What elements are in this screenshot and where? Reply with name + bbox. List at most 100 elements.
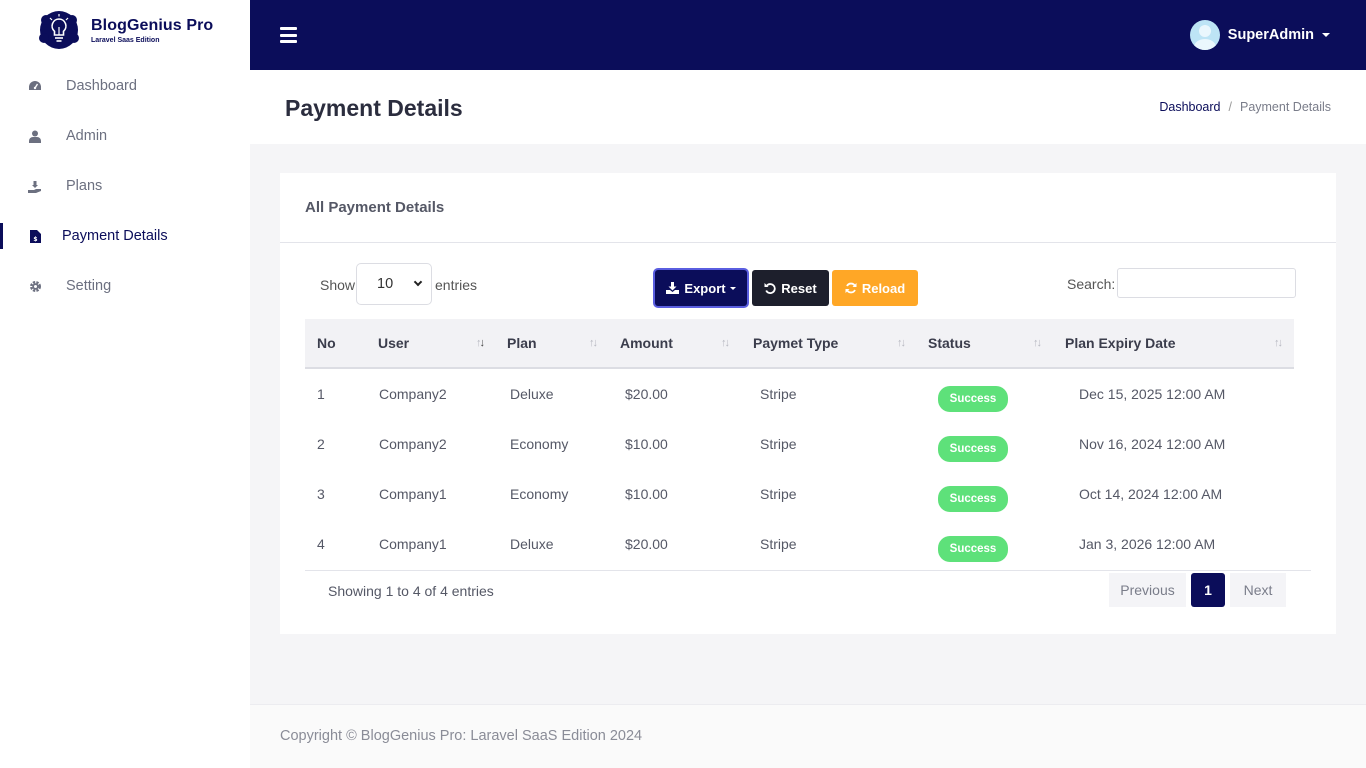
sort-icon: ↑↓ [1033, 337, 1042, 349]
cell-no: 3 [317, 486, 325, 502]
cell-user: Company1 [379, 486, 447, 502]
sidebar: BlogGenius Pro Laravel Saas Edition Dash… [0, 0, 250, 768]
divider [305, 570, 1311, 571]
sidebar-item-label: Setting [66, 278, 112, 294]
refresh-icon [845, 282, 857, 294]
menu-toggle-icon[interactable] [280, 27, 297, 43]
status-badge: Success [938, 386, 1008, 412]
card-title: All Payment Details [305, 199, 445, 216]
caret-down-icon [729, 286, 736, 290]
cell-no: 2 [317, 436, 325, 452]
gear-icon [28, 279, 42, 293]
length-entries-label: entries [435, 277, 478, 293]
cell-status: Success [938, 419, 1008, 469]
column-header-amount[interactable]: Amount [620, 319, 673, 367]
table-row: 1 Company2 Deluxe $20.00 Stripe Success … [305, 369, 1311, 419]
sidebar-item-plans[interactable]: Plans [0, 161, 250, 211]
status-badge: Success [938, 436, 1008, 462]
column-header-payment-type[interactable]: Paymet Type [753, 319, 838, 367]
cell-status: Success [938, 469, 1008, 519]
cell-payment-type: Stripe [760, 436, 797, 452]
sidebar-item-setting[interactable]: Setting [0, 261, 250, 311]
export-button[interactable]: Export [655, 270, 747, 306]
undo-icon [764, 282, 776, 294]
breadcrumb: Dashboard / Payment Details [1159, 100, 1331, 114]
cell-user: Company2 [379, 436, 447, 452]
cell-amount: $10.00 [625, 436, 668, 452]
sort-icon: ↑↓ [1274, 337, 1283, 349]
status-badge: Success [938, 536, 1008, 562]
cell-plan: Economy [510, 436, 569, 452]
reset-label: Reset [781, 280, 817, 296]
search-label: Search: [1067, 276, 1116, 292]
cell-payment-type: Stripe [760, 486, 797, 502]
table-row: 3 Company1 Economy $10.00 Stripe Success… [305, 469, 1311, 519]
reload-label: Reload [861, 280, 906, 296]
column-header-user[interactable]: User [378, 319, 409, 367]
sidebar-item-label: Payment Details [62, 228, 168, 244]
search-input[interactable] [1117, 268, 1296, 298]
user-icon [28, 129, 42, 143]
user-menu[interactable]: SuperAdmin [1189, 20, 1330, 50]
brand-logo-icon [38, 10, 80, 50]
column-header-no[interactable]: No [317, 319, 336, 367]
sort-icon: ↑↓ [721, 337, 730, 349]
avatar [1189, 20, 1220, 50]
cell-plan-expiry-date: Jan 3, 2026 12:00 AM [1079, 536, 1216, 552]
breadcrumb-home-link[interactable]: Dashboard [1159, 100, 1220, 114]
column-header-plan[interactable]: Plan [507, 319, 537, 367]
sidebar-item-label: Admin [66, 128, 108, 144]
entries-length-value: 10 [377, 276, 394, 292]
cell-user: Company1 [379, 536, 447, 552]
caret-down-icon [1322, 33, 1330, 37]
reload-button[interactable]: Reload [832, 270, 918, 306]
brand-subtitle: Laravel Saas Edition [91, 36, 160, 44]
sidebar-item-label: Plans [66, 178, 103, 194]
cell-amount: $20.00 [625, 386, 668, 402]
svg-text:$: $ [33, 236, 37, 243]
pagination-next[interactable]: Next [1230, 573, 1286, 607]
reset-button[interactable]: Reset [752, 270, 829, 306]
column-header-plan-expiry-date[interactable]: Plan Expiry Date [1065, 319, 1176, 367]
sidebar-item-dashboard[interactable]: Dashboard [0, 61, 250, 111]
user-name: SuperAdmin [1227, 27, 1314, 43]
topbar: SuperAdmin [250, 0, 1366, 70]
cell-plan: Economy [510, 486, 569, 502]
table-info: Showing 1 to 4 of 4 entries [328, 583, 494, 599]
sort-icon: ↑↓ [589, 337, 598, 349]
cell-payment-type: Stripe [760, 386, 797, 402]
export-label: Export [684, 280, 726, 296]
cell-plan: Deluxe [510, 386, 554, 402]
cell-status: Success [938, 519, 1008, 569]
sidebar-nav: Dashboard Admin Plans $ Payment Details … [0, 61, 250, 311]
breadcrumb-current: Payment Details [1239, 100, 1331, 114]
pagination-page[interactable]: 1 [1191, 573, 1225, 607]
cell-user: Company2 [379, 386, 447, 402]
sort-icon: ↑↓ [476, 337, 485, 349]
status-badge: Success [938, 486, 1008, 512]
cell-plan: Deluxe [510, 536, 554, 552]
sidebar-item-label: Dashboard [66, 78, 137, 94]
sort-icon: ↑↓ [897, 337, 906, 349]
payment-details-card: All Payment Details Show 10 entries Expo… [280, 173, 1336, 634]
cell-plan-expiry-date: Dec 15, 2025 12:00 AM [1079, 386, 1226, 402]
column-header-status[interactable]: Status [928, 319, 971, 367]
page-header: Payment Details Dashboard / Payment Deta… [250, 70, 1366, 144]
footer: Copyright © BlogGenius Pro: Laravel SaaS… [250, 704, 1366, 768]
dashboard-icon [28, 79, 42, 93]
plans-icon [28, 179, 42, 193]
entries-length-select[interactable]: 10 [356, 263, 432, 305]
page-title: Payment Details [285, 95, 463, 121]
brand[interactable]: BlogGenius Pro Laravel Saas Edition [38, 10, 213, 50]
chevron-down-icon [413, 277, 423, 287]
footer-copyright: Copyright © BlogGenius Pro: Laravel SaaS… [280, 728, 643, 744]
invoice-icon: $ [28, 229, 42, 243]
length-show-label: Show [320, 277, 356, 293]
sidebar-item-admin[interactable]: Admin [0, 111, 250, 161]
cell-status: Success [938, 369, 1008, 419]
cell-plan-expiry-date: Nov 16, 2024 12:00 AM [1079, 436, 1226, 452]
sidebar-item-payment-details[interactable]: $ Payment Details [0, 211, 250, 261]
pagination-previous[interactable]: Previous [1109, 573, 1186, 607]
payments-table: No User ↑↓ Plan ↑↓ Amount ↑↓ Paymet Type… [305, 319, 1311, 571]
breadcrumb-separator: / [1228, 100, 1232, 114]
